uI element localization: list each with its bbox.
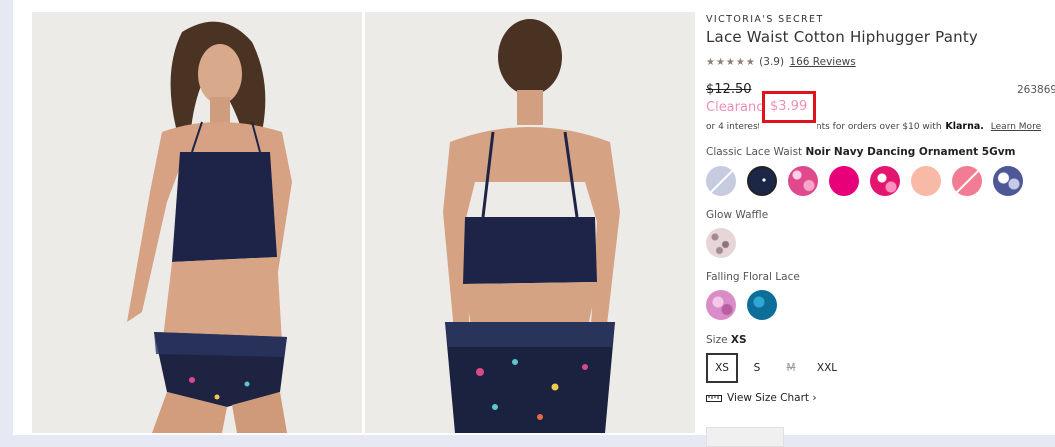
size-option-xs[interactable]: XS [706,353,738,383]
color-swatch-hot-pink[interactable] [829,166,859,196]
klarna-logo: Klarna. [945,121,984,132]
star-rating-icon: ★★★★★ [706,57,756,68]
product-image-front[interactable] [32,12,362,433]
color-swatch-pink-floral[interactable] [870,166,900,196]
product-image-back[interactable] [365,12,695,433]
reviews-link[interactable]: 166 Reviews [789,56,855,68]
color-swatch-leopard[interactable] [706,228,736,258]
view-size-chart-link[interactable]: View Size Chart › [706,392,817,404]
color-swatch-pink-print[interactable] [788,166,818,196]
color-swatch-lavender[interactable] [706,166,736,196]
color-swatch-noir-navy[interactable] [747,166,777,196]
color-swatch-peach[interactable] [911,166,941,196]
color-swatch-blue-tie-dye[interactable] [993,166,1023,196]
original-price: $12.50 [706,82,752,97]
size-chart-label: View Size Chart › [727,392,817,404]
brand-name: VICTORIA'S SECRET [706,14,824,25]
color-swatch-orchid-lace[interactable] [706,290,736,320]
color-group-label-classic: Classic Lace Waist Noir Navy Dancing Orn… [706,146,1016,158]
size-option-xxl[interactable]: XXL [810,353,844,383]
klarna-learn-more-link[interactable]: Learn More [991,122,1041,132]
rating-value: (3.9) [759,56,785,68]
size-option-s[interactable]: S [742,353,772,383]
add-to-bag-button-partial[interactable] [706,427,784,447]
swatch-row-classic [706,166,1036,200]
color-group-label-falling-floral: Falling Floral Lace [706,271,800,283]
klarna-message: or 4 interest-free payments for orders o… [706,121,1041,132]
klarna-text: or 4 interest-free payments for orders o… [706,122,942,132]
color-group-name: Classic Lace Waist [706,146,803,158]
color-swatch-teal-lace[interactable] [747,290,777,320]
product-info-panel: VICTORIA'S SECRET Lace Waist Cotton Hiph… [706,0,1055,447]
size-label-text: Size [706,334,728,346]
sale-price-highlight: $3.99 [762,91,816,123]
color-swatch-coral[interactable] [952,166,982,196]
swatch-row-falling-floral [706,290,786,324]
rating-row: ★★★★★ (3.9) 166 Reviews [706,56,856,68]
ruler-icon [706,395,722,402]
swatch-row-glow-waffle [706,228,746,262]
size-label: Size XS [706,334,747,346]
size-option-m[interactable]: M [776,353,806,383]
product-sku: 263869 [1017,84,1055,96]
selected-color-name: Noir Navy Dancing Ornament 5Gvm [805,146,1016,158]
sale-price: $3.99 [770,99,808,114]
product-title: Lace Waist Cotton Hiphugger Panty [706,28,978,46]
color-group-label-glow-waffle: Glow Waffle [706,209,769,221]
selected-size: XS [730,334,747,346]
